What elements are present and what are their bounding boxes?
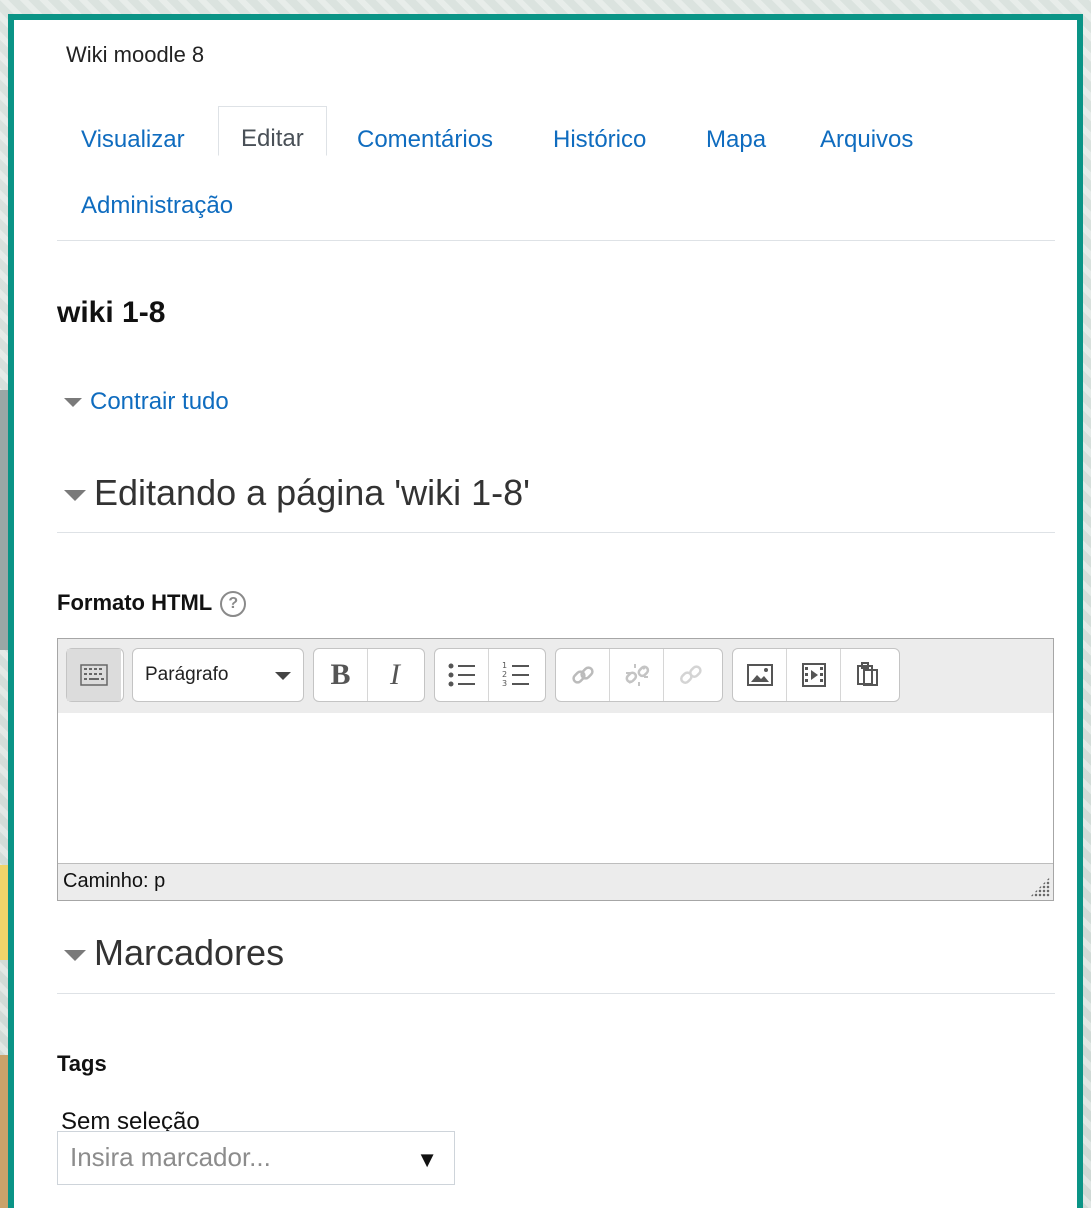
image-button[interactable] [733, 649, 787, 701]
italic-button[interactable]: I [368, 649, 422, 701]
unlink-button[interactable] [610, 649, 664, 701]
svg-text:3: 3 [502, 679, 507, 688]
wiki-tabs: Visualizar Editar Comentários Histórico … [57, 106, 1055, 241]
toolbar-group-lists: 123 [434, 648, 546, 702]
caret-down-icon [64, 949, 86, 961]
wiki-edit-panel: Wiki moodle 8 Visualizar Editar Comentár… [8, 14, 1083, 1208]
format-label-text: Formato HTML [57, 590, 213, 615]
section-editing-header[interactable]: Editando a página 'wiki 1-8' [64, 472, 530, 514]
editor-toolbar: Parágrafo B I 123 [58, 639, 1053, 714]
section-divider [57, 532, 1055, 533]
toolbar-group-media [732, 648, 900, 702]
link-button[interactable] [556, 649, 610, 701]
numbered-list-button[interactable]: 123 [489, 649, 543, 701]
manage-files-paste-icon [857, 662, 878, 686]
unlink-icon [625, 664, 649, 686]
caret-down-icon [64, 398, 82, 408]
tab-arquivos[interactable]: Arquivos [820, 126, 913, 154]
tags-input[interactable]: Insira marcador... ▼ [57, 1131, 455, 1185]
bullet-list-icon [448, 663, 475, 687]
section-tags-title: Marcadores [94, 932, 285, 973]
toolbar-group-format: Parágrafo [132, 648, 304, 702]
wiki-name: Wiki moodle 8 [66, 42, 205, 67]
manage-files-icon [680, 665, 702, 684]
link-icon [571, 666, 594, 684]
manage-files-paste-button[interactable] [841, 649, 895, 701]
section-editing-title: Editando a página 'wiki 1-8' [94, 472, 531, 513]
format-field-label: Formato HTML? [57, 590, 247, 618]
toolbar-toggle-icon [80, 664, 108, 686]
paragraph-select-value: Parágrafo [145, 664, 229, 685]
chevron-down-icon [275, 672, 291, 680]
numbered-list-icon: 123 [502, 661, 529, 688]
tabs-divider [57, 240, 1055, 241]
toolbar-toggle-button[interactable] [67, 649, 121, 701]
tab-visualizar[interactable]: Visualizar [81, 126, 185, 154]
tab-mapa[interactable]: Mapa [706, 126, 766, 154]
svg-text:1: 1 [502, 661, 507, 670]
section-divider [57, 993, 1055, 994]
collapse-all-link[interactable]: Contrair tudo [64, 388, 229, 416]
image-icon [746, 664, 773, 686]
tags-input-placeholder: Insira marcador... [70, 1142, 271, 1172]
tags-field-label: Tags [57, 1051, 107, 1076]
toolbar-group-style: B I [313, 648, 425, 702]
manage-files-button[interactable] [664, 649, 718, 701]
question-circle-icon[interactable]: ? [220, 591, 247, 618]
caret-down-icon [64, 489, 86, 501]
section-tags-header[interactable]: Marcadores [64, 932, 284, 974]
toolbar-group-toggle [66, 648, 124, 702]
media-icon [801, 663, 826, 687]
editor-content-area[interactable] [58, 713, 1053, 863]
editor-path-label: Caminho: p [63, 870, 166, 892]
tab-comentarios[interactable]: Comentários [357, 126, 493, 154]
page-title: wiki 1-8 [57, 296, 166, 329]
resize-handle-icon[interactable] [1030, 877, 1050, 897]
media-button[interactable] [787, 649, 841, 701]
html-editor: Parágrafo B I 123 Caminho: p [57, 638, 1054, 901]
editor-path-bar: Caminho: p [58, 863, 1053, 900]
dropdown-arrow-icon: ▼ [416, 1147, 438, 1172]
collapse-all-label: Contrair tudo [90, 388, 229, 415]
tab-administracao[interactable]: Administração [81, 192, 233, 220]
tab-historico[interactable]: Histórico [553, 126, 646, 154]
bold-button[interactable]: B [314, 649, 368, 701]
svg-text:2: 2 [502, 670, 507, 679]
toolbar-group-links [555, 648, 723, 702]
bullet-list-button[interactable] [435, 649, 489, 701]
paragraph-select[interactable]: Parágrafo [133, 649, 303, 701]
tab-editar[interactable]: Editar [218, 106, 327, 156]
